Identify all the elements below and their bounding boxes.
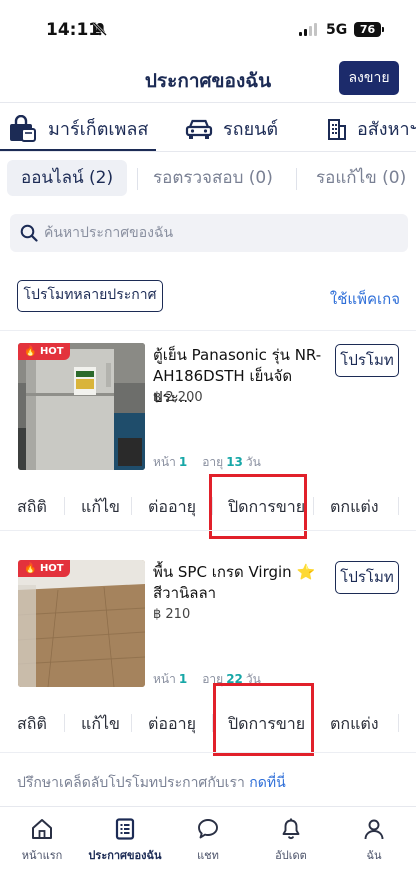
action-separator: [131, 714, 132, 732]
use-package-link[interactable]: ใช้แพ็คเกจ: [330, 287, 400, 311]
nav-home[interactable]: หน้าแรก: [2, 817, 82, 864]
app-header: ประกาศของฉัน ลงขาย: [0, 58, 416, 102]
listing-divider: [0, 752, 416, 753]
bell-icon: [282, 818, 300, 840]
status-tabs: ออนไลน์ (2) รอตรวจสอบ (0) รอแก้ไข (0): [0, 160, 416, 196]
tab-cars-label: รถยนต์: [223, 119, 279, 140]
section-divider: [0, 330, 416, 331]
hot-badge: 🔥 HOT: [18, 560, 70, 577]
close-sale-highlight-box: [213, 683, 314, 756]
age-unit: วัน: [245, 455, 261, 469]
building-icon: [328, 118, 346, 140]
bottom-navigation: หน้าแรก ประกาศของฉัน แชท อัปเดต ฉัน: [0, 806, 416, 894]
stats-button[interactable]: สถิติ: [17, 495, 47, 520]
page-label: หน้า: [153, 672, 176, 686]
header-divider: [0, 102, 416, 103]
tab-pending-review[interactable]: รอตรวจสอบ (0): [153, 160, 273, 196]
promo-tip-link[interactable]: กดที่นี่: [249, 775, 285, 791]
tabs-baseline: [0, 151, 416, 152]
tab-cars[interactable]: รถยนต์: [185, 114, 278, 143]
action-separator: [398, 714, 399, 732]
decorate-button[interactable]: ตกแต่ง: [330, 712, 379, 737]
action-separator: [131, 497, 132, 515]
page-label: หน้า: [153, 455, 176, 469]
tab-separator: [137, 168, 138, 190]
stats-button[interactable]: สถิติ: [17, 712, 47, 737]
page-value: 1: [178, 672, 188, 686]
decorate-button[interactable]: ตกแต่ง: [330, 495, 379, 520]
search-input[interactable]: [44, 220, 394, 246]
hot-badge-label: HOT: [39, 346, 64, 357]
promo-tip-text: ปรึกษาเคล็ดลับโปรโมทประกาศกับเรา: [17, 775, 245, 791]
edit-button[interactable]: แก้ไข: [81, 712, 120, 737]
renew-button[interactable]: ต่ออายุ: [148, 712, 196, 737]
page-value: 1: [178, 455, 188, 469]
tab-property[interactable]: อสังหาฯ: [327, 114, 416, 143]
promote-button[interactable]: โปรโมท: [335, 344, 399, 377]
promote-multiple-button[interactable]: โปรโมทหลายประกาศ: [17, 280, 163, 312]
fridge-photo-image: [18, 343, 145, 470]
post-ad-button[interactable]: ลงขาย: [339, 61, 399, 95]
promo-tip: ปรึกษาเคล็ดลับโปรโมทประกาศกับเรา กดที่นี…: [17, 772, 286, 794]
signal-icon: [299, 23, 317, 36]
bag-icon: [10, 114, 36, 142]
tab-needs-edit[interactable]: รอแก้ไข (0): [316, 160, 406, 196]
promote-button[interactable]: โปรโมท: [335, 561, 399, 594]
nav-my-listings[interactable]: ประกาศของฉัน: [85, 817, 165, 864]
nav-profile[interactable]: ฉัน: [334, 817, 414, 864]
home-icon: [32, 819, 52, 839]
nav-home-label: หน้าแรก: [21, 849, 63, 862]
battery-icon: 76: [354, 22, 384, 37]
nav-updates-label: อัปเดต: [275, 849, 307, 862]
chat-icon: [198, 819, 218, 839]
listing-price: ฿ 210: [153, 607, 191, 622]
search-icon: [20, 224, 38, 242]
listing-title[interactable]: พื้น SPC เกรด Virgin ⭐ สีวานิลลา: [153, 562, 325, 604]
floor-photo-image: [18, 560, 145, 687]
age-label: อายุ: [202, 455, 224, 469]
listing-thumbnail[interactable]: [18, 560, 145, 687]
age-value: 13: [226, 455, 243, 469]
listing-item: 🔥 HOT ตู้เย็น Panasonic รุ่น NR-AH186DST…: [0, 343, 416, 559]
category-tabs: มาร์เก็ตเพลส รถยนต์ อสังหาฯ: [0, 104, 416, 152]
status-bar: 14:11 5G 76: [0, 0, 416, 58]
listing-icon: [115, 818, 135, 840]
tab-property-label: อสังหาฯ: [357, 119, 416, 140]
nav-chat[interactable]: แชท: [168, 817, 248, 864]
nav-profile-label: ฉัน: [366, 849, 382, 862]
profile-icon: [364, 819, 384, 840]
listing-thumbnail[interactable]: [18, 343, 145, 470]
edit-button[interactable]: แก้ไข: [81, 495, 120, 520]
tab-online[interactable]: ออนไลน์ (2): [7, 160, 128, 196]
action-separator: [313, 497, 314, 515]
listing-meta: หน้า 1 อายุ 13 วัน: [153, 453, 261, 472]
tab-marketplace-label: มาร์เก็ตเพลส: [48, 119, 149, 140]
action-separator: [64, 497, 65, 515]
search-bar: [10, 214, 408, 252]
action-separator: [64, 714, 65, 732]
tab-marketplace[interactable]: มาร์เก็ตเพลส: [8, 114, 148, 143]
nav-chat-label: แชท: [197, 849, 219, 862]
hot-badge-label: HOT: [39, 563, 64, 574]
nav-updates[interactable]: อัปเดต: [251, 817, 331, 864]
listing-price: ฿ 2,200: [153, 390, 203, 405]
car-icon: [185, 119, 213, 139]
network-label: 5G: [326, 22, 348, 38]
nav-my-listings-label: ประกาศของฉัน: [88, 849, 162, 862]
listing-divider: [0, 530, 416, 531]
listing-actions: สถิติ แก้ไข ต่ออายุ ปิดการขาย ตกแต่ง: [0, 483, 416, 527]
tab-separator: [296, 168, 297, 190]
action-separator: [398, 497, 399, 515]
renew-button[interactable]: ต่ออายุ: [148, 495, 196, 520]
bell-muted-icon: [93, 22, 107, 36]
hot-badge: 🔥 HOT: [18, 343, 70, 360]
listing-actions: สถิติ แก้ไข ต่ออายุ ปิดการขาย ตกแต่ง: [0, 700, 416, 744]
listing-item: 🔥 HOT พื้น SPC เกรด Virgin ⭐ สีวานิลลา ฿…: [0, 560, 416, 776]
